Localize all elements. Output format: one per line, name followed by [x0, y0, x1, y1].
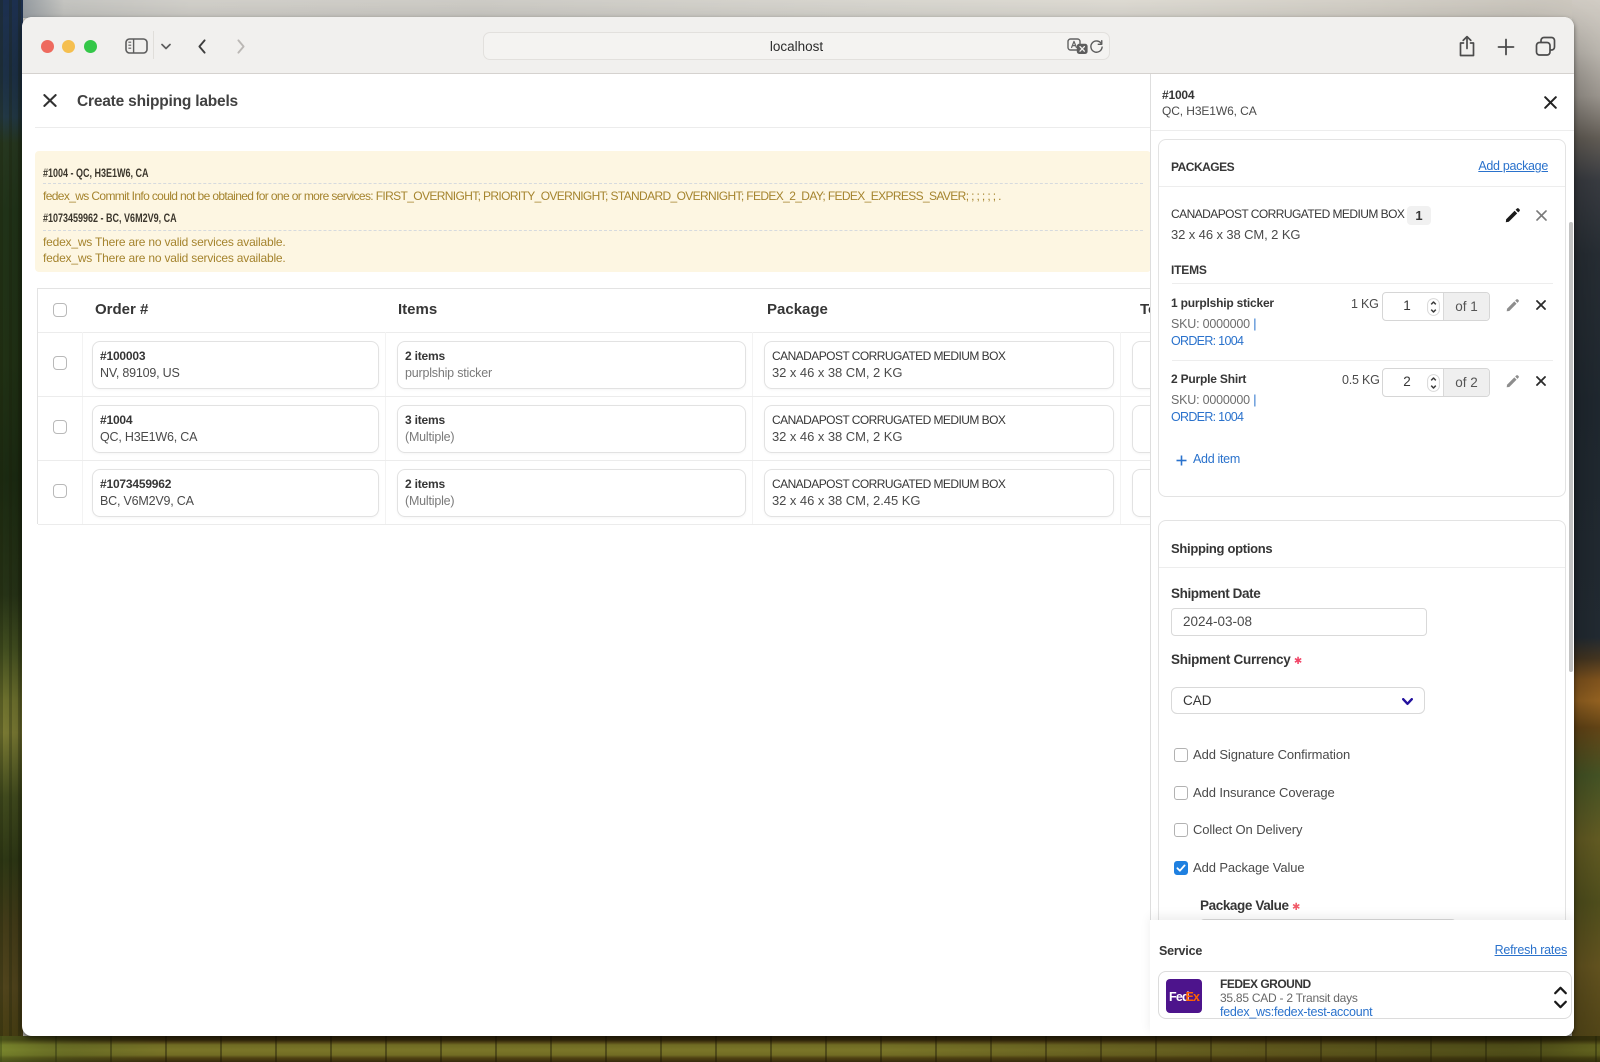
svg-text:Ex: Ex	[1186, 990, 1201, 1004]
